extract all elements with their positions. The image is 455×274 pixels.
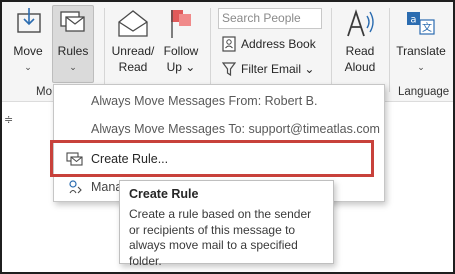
screenshot-border [0,0,455,274]
